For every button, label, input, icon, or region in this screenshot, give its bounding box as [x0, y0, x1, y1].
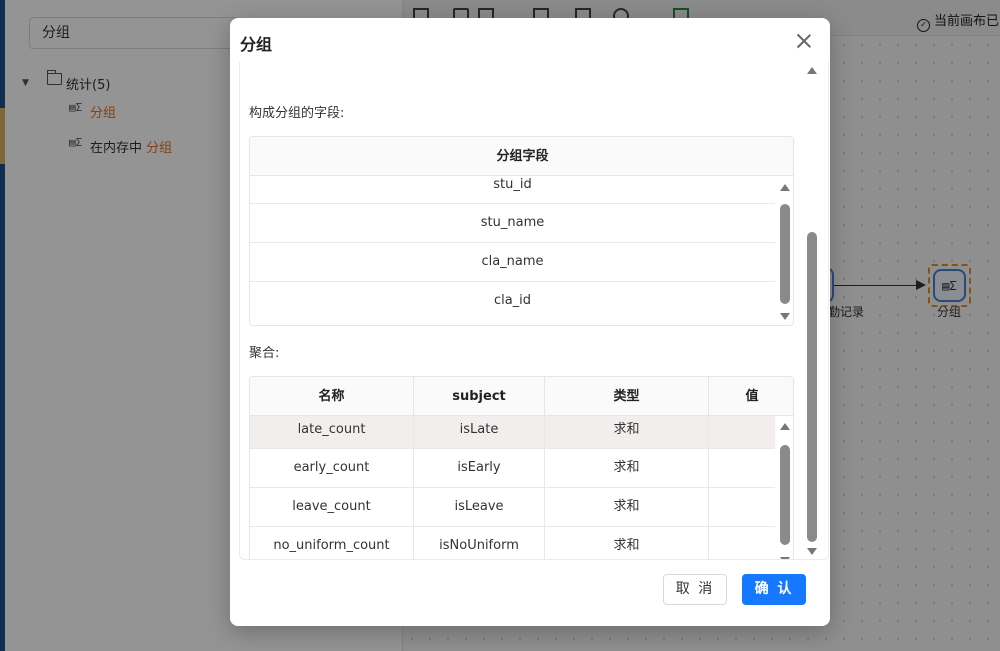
table-row[interactable]: stu_name — [250, 204, 775, 243]
aggregation-table: 名称 subject 类型 值 late_count isLate 求和 ear… — [249, 376, 794, 559]
table-row[interactable]: cla_id — [250, 282, 775, 321]
column-header-type: 类型 — [545, 377, 709, 416]
group-field-cell: cla_id — [493, 293, 532, 308]
scroll-down-icon[interactable] — [780, 557, 790, 559]
agg-name-cell[interactable]: late_count — [250, 416, 414, 448]
agg-subject-cell[interactable]: isEarly — [414, 449, 545, 487]
group-fields-scrollbar[interactable] — [778, 181, 792, 323]
agg-subject-cell[interactable]: isLate — [414, 416, 545, 448]
scroll-up-icon[interactable] — [807, 67, 817, 74]
agg-subject-cell[interactable]: isNoUniform — [414, 527, 545, 559]
scroll-down-icon[interactable] — [807, 548, 817, 555]
confirm-button[interactable]: 确 认 — [742, 574, 806, 605]
cancel-button[interactable]: 取 消 — [663, 574, 727, 605]
table-row[interactable]: no_uniform_count isNoUniform 求和 — [250, 527, 775, 559]
group-field-cell: cla_name — [481, 254, 544, 269]
table-row[interactable]: cla_name — [250, 243, 775, 282]
column-header-name: 名称 — [250, 377, 414, 416]
agg-name-cell[interactable]: early_count — [250, 449, 414, 487]
group-field-cell: stu_id — [493, 177, 532, 192]
column-header-value: 值 — [745, 389, 759, 404]
aggregation-rows: late_count isLate 求和 early_count isEarly… — [250, 416, 775, 559]
group-fields-table: 分组字段 stu_id stu_name cla_name cla_id — [249, 136, 794, 326]
group-fields-label: 构成分组的字段: — [249, 106, 345, 121]
scroll-up-icon[interactable] — [780, 423, 790, 430]
agg-value-cell[interactable] — [709, 527, 775, 559]
table-row[interactable]: early_count isEarly 求和 — [250, 449, 775, 488]
table-row[interactable]: late_count isLate 求和 — [250, 416, 775, 449]
close-icon[interactable] — [793, 30, 815, 52]
table-row[interactable]: leave_count isLeave 求和 — [250, 488, 775, 527]
scroll-down-icon[interactable] — [780, 313, 790, 320]
agg-type-cell[interactable]: 求和 — [545, 416, 709, 448]
dialog-body-scrollbar[interactable] — [805, 64, 819, 558]
aggregation-scrollbar[interactable] — [778, 420, 792, 559]
scroll-thumb[interactable] — [807, 232, 817, 542]
agg-value-cell[interactable] — [709, 416, 775, 448]
aggregation-label: 聚合: — [249, 346, 280, 361]
table-row[interactable]: stu_id — [250, 171, 775, 204]
agg-subject-cell[interactable]: isLeave — [414, 488, 545, 526]
dialog-title: 分组 — [240, 35, 273, 54]
agg-value-cell[interactable] — [709, 488, 775, 526]
scroll-thumb[interactable] — [780, 445, 790, 545]
dialog-body: 构成分组的字段: 分组字段 stu_id stu_name cla_name c… — [239, 62, 829, 560]
agg-type-cell[interactable]: 求和 — [545, 449, 709, 487]
group-fields-rows: stu_id stu_name cla_name cla_id — [250, 171, 775, 325]
agg-value-cell[interactable] — [709, 449, 775, 487]
group-dialog: 分组 构成分组的字段: 分组字段 stu_id stu_name cla_nam… — [230, 18, 830, 626]
group-field-cell: stu_name — [480, 215, 545, 230]
agg-type-cell[interactable]: 求和 — [545, 527, 709, 559]
agg-name-cell[interactable]: leave_count — [250, 488, 414, 526]
scroll-thumb[interactable] — [780, 204, 790, 304]
aggregation-header: 名称 subject 类型 值 — [250, 377, 793, 416]
agg-name-cell[interactable]: no_uniform_count — [250, 527, 414, 559]
column-header-subject: subject — [414, 377, 545, 416]
agg-type-cell[interactable]: 求和 — [545, 488, 709, 526]
scroll-up-icon[interactable] — [780, 184, 790, 191]
